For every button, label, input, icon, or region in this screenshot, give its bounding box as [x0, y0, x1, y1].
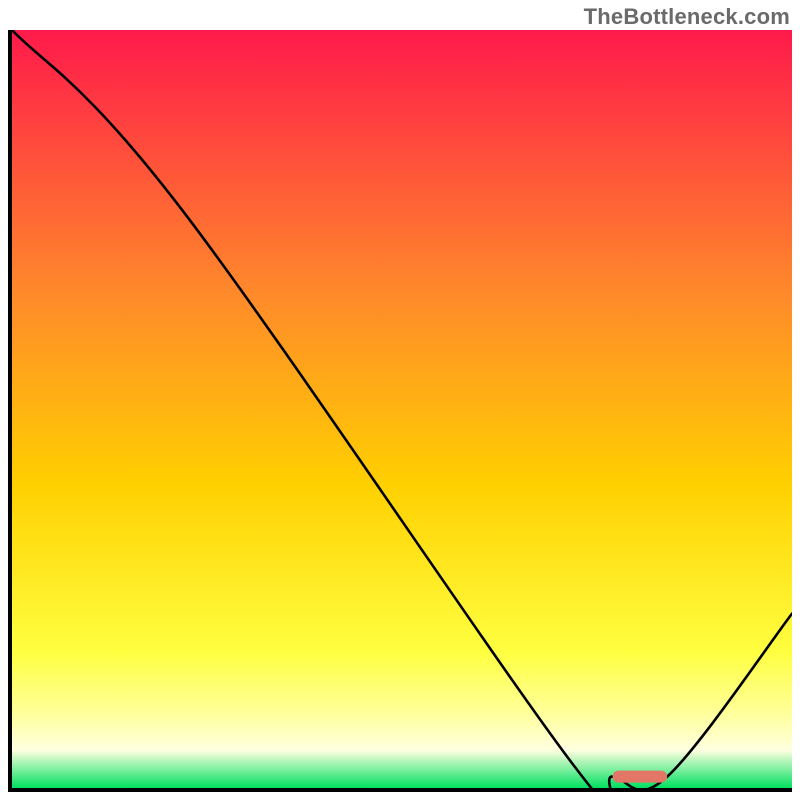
watermark-text: TheBottleneck.com — [584, 4, 790, 30]
chart-container: TheBottleneck.com — [0, 0, 800, 800]
axes-frame — [8, 30, 792, 792]
